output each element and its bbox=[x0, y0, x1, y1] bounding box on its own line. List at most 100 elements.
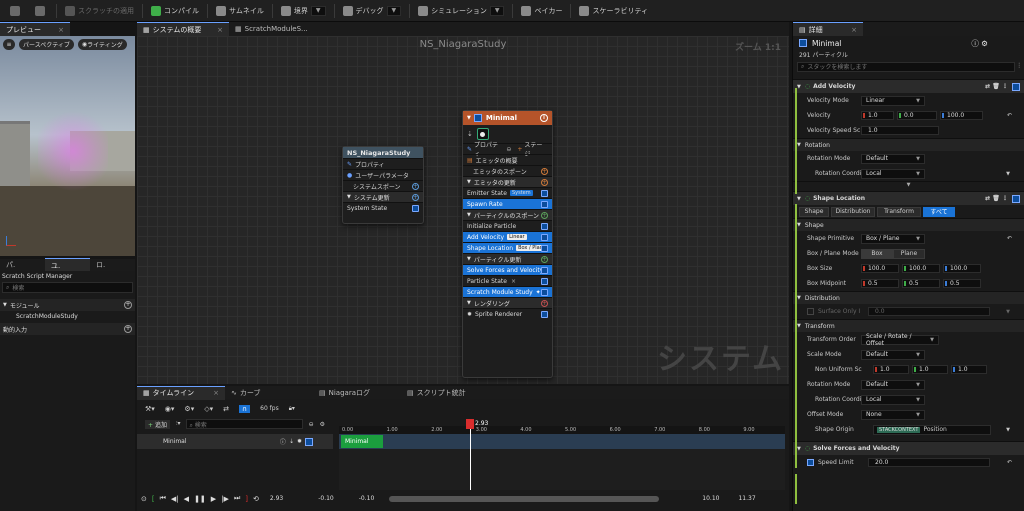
box-mid-y-field[interactable]: 0.5 bbox=[902, 279, 940, 288]
particle-spawn-row[interactable]: ▼ パーティクルのスポーン + bbox=[463, 209, 552, 220]
enabled-checkbox[interactable] bbox=[541, 278, 548, 285]
reset-icon[interactable]: ↶ bbox=[1007, 112, 1012, 119]
timeline-track-area[interactable] bbox=[339, 434, 785, 449]
info-icon[interactable]: ⓘ bbox=[280, 437, 286, 446]
velocity-mode-dropdown[interactable]: Linear ▼ bbox=[861, 95, 925, 106]
emitter-properties-row[interactable]: ✎ プロパティ ⊖ + ステージ bbox=[463, 142, 552, 158]
rotation-mode-dropdown[interactable]: Default ▼ bbox=[861, 153, 925, 164]
view-icon[interactable]: ◉▾ bbox=[165, 405, 175, 413]
info-icon[interactable]: ⓘ ⚙ bbox=[971, 38, 988, 49]
close-icon[interactable]: × bbox=[58, 26, 64, 34]
tab-distribution[interactable]: Distribution bbox=[831, 206, 875, 217]
enabled-checkbox[interactable] bbox=[412, 205, 419, 212]
magnet-icon[interactable]: ∩ bbox=[239, 404, 251, 413]
view-range-start[interactable]: -0.10 bbox=[359, 495, 375, 502]
rotation-subsection[interactable]: ▼ Rotation bbox=[793, 138, 1024, 151]
pause-icon[interactable]: ❚❚ bbox=[194, 495, 206, 503]
tab-system-overview[interactable]: ▦ システムの概要 × bbox=[137, 22, 229, 36]
speed-limit-checkbox[interactable] bbox=[807, 459, 814, 466]
snap-icon[interactable]: ⇄ bbox=[223, 405, 229, 413]
render-row[interactable]: ▼ レンダリング + bbox=[463, 297, 552, 308]
set-end-icon[interactable]: ] bbox=[245, 495, 248, 503]
box-mid-z-field[interactable]: 0.5 bbox=[943, 279, 981, 288]
key-icon[interactable]: ◇▾ bbox=[204, 405, 213, 413]
box-option[interactable]: Box bbox=[861, 248, 893, 259]
timeline-search-input[interactable]: ⌕ 検索 bbox=[186, 419, 303, 429]
system-overview-graph[interactable]: NS_NiagaraStudy ズーム 1:1 システム NS_NiagaraS… bbox=[137, 36, 789, 384]
tab-shape[interactable]: Shape bbox=[799, 206, 829, 217]
filter-icon[interactable]: ⫶ bbox=[1018, 62, 1020, 71]
scale-x-field[interactable]: 1.0 bbox=[873, 365, 909, 374]
system-node[interactable]: NS_NiagaraStudy ✎ プロパティ ● ユーザーパラメータ システムスポ… bbox=[342, 146, 424, 224]
shape-rotation-mode-dropdown[interactable]: Default ▼ bbox=[861, 379, 925, 390]
lighting-button[interactable]: ◉ ライティング bbox=[77, 39, 127, 50]
playhead-line[interactable] bbox=[470, 426, 471, 490]
tab-parameters[interactable]: パ. bbox=[0, 258, 45, 272]
chevron-down-icon[interactable]: ▼ bbox=[1006, 309, 1010, 315]
box-size-x-field[interactable]: 100.0 bbox=[861, 264, 899, 273]
browse-button[interactable] bbox=[29, 2, 54, 20]
collapse-arrow-icon[interactable]: ▼ bbox=[467, 115, 471, 121]
add-track-button[interactable]: + 追加 bbox=[145, 419, 170, 429]
info-icon[interactable]: i bbox=[540, 114, 548, 122]
tab-timeline[interactable]: ▦ タイムライン × bbox=[137, 385, 225, 400]
module-actions[interactable]: ⇄ 🗑︎ ⋮ bbox=[985, 82, 1020, 91]
to-start-icon[interactable]: ⏮ bbox=[160, 494, 166, 503]
tab-scratch-module[interactable]: ▦ ScratchModuleS... bbox=[229, 22, 321, 36]
system-properties-row[interactable]: ✎ プロパティ bbox=[343, 158, 423, 169]
shape-primitive-dropdown[interactable]: Box / Plane ▼ bbox=[861, 233, 925, 244]
compile-button[interactable]: コンパイル bbox=[145, 2, 205, 20]
add-icon[interactable]: + bbox=[541, 168, 548, 175]
user-params-row[interactable]: ● ユーザーパラメータ bbox=[343, 169, 423, 180]
chevron-down-icon[interactable]: ▼ bbox=[1006, 427, 1010, 433]
enabled-checkbox[interactable] bbox=[541, 223, 548, 230]
loop-icon[interactable]: ⟲ bbox=[253, 495, 259, 503]
tab-log[interactable]: ロ. bbox=[90, 258, 135, 272]
reset-icon[interactable]: ↶ bbox=[1007, 459, 1012, 466]
solve-forces-row[interactable]: Solve Forces and Velocity bbox=[463, 264, 552, 275]
simulation-button[interactable]: シミュレーション ▼ bbox=[412, 2, 510, 20]
shape-origin-field[interactable]: STACKCONTEXT Position bbox=[873, 424, 991, 435]
transform-order-dropdown[interactable]: Scale / Rotate / Offset ▼ bbox=[861, 333, 939, 347]
emitter-spawn-row[interactable]: エミッタのスポーン + bbox=[463, 165, 552, 176]
box-size-z-field[interactable]: 100.0 bbox=[943, 264, 981, 273]
box-size-y-field[interactable]: 100.0 bbox=[902, 264, 940, 273]
system-state-row[interactable]: System State bbox=[343, 202, 423, 213]
velocity-z-field[interactable]: 100.0 bbox=[940, 111, 983, 120]
lock-icon[interactable]: 🔒︎▾ bbox=[289, 405, 295, 413]
view-range-end[interactable]: 11.37 bbox=[738, 495, 755, 502]
emitter-timeline-bar[interactable]: Minimal bbox=[341, 435, 383, 448]
transform-subsection[interactable]: ▼ Transform bbox=[793, 319, 1024, 332]
tab-transform[interactable]: Transform bbox=[877, 206, 921, 217]
add-velocity-row[interactable]: Add Velocity Linear bbox=[463, 231, 552, 242]
preview-viewport[interactable]: ≡ パースペクティブ ◉ ライティング bbox=[0, 36, 135, 256]
play-icon[interactable]: ▶ bbox=[211, 495, 216, 503]
add-dynamic-input-button[interactable]: + bbox=[124, 325, 132, 333]
thumbnail-button[interactable]: サムネイル bbox=[210, 2, 270, 20]
settings-icon[interactable]: ⚙ bbox=[320, 421, 325, 428]
particle-state-row[interactable]: Particle State × bbox=[463, 275, 552, 286]
loop-icon[interactable]: ⊖ bbox=[309, 421, 314, 428]
add-icon[interactable]: + bbox=[412, 194, 419, 201]
offset-mode-dropdown[interactable]: None ▼ bbox=[861, 409, 925, 420]
enabled-checkbox[interactable] bbox=[541, 267, 548, 274]
enabled-checkbox[interactable] bbox=[541, 201, 548, 208]
particle-update-row[interactable]: ▼ パーティクル更新 + bbox=[463, 253, 552, 264]
shape-location-row[interactable]: Shape Location Box / Plane bbox=[463, 242, 552, 253]
add-icon[interactable]: + bbox=[541, 300, 548, 307]
bounds-button[interactable]: 境界 ▼ bbox=[275, 2, 332, 20]
scale-y-field[interactable]: 1.0 bbox=[912, 365, 948, 374]
solve-forces-section[interactable]: ▼ ◌ Solve Forces and Velocity bbox=[793, 441, 1024, 455]
shape-subsection[interactable]: ▼ Shape bbox=[793, 218, 1024, 231]
expand-more-row[interactable]: ▼ bbox=[793, 181, 1024, 191]
track-enabled-checkbox[interactable] bbox=[305, 437, 313, 446]
initialize-particle-row[interactable]: Initialize Particle bbox=[463, 220, 552, 231]
add-icon[interactable]: + bbox=[412, 183, 419, 190]
add-icon[interactable]: + bbox=[541, 179, 548, 186]
rotation-coord-dropdown[interactable]: Local ▼ bbox=[861, 168, 925, 179]
save-button[interactable] bbox=[4, 2, 29, 20]
tab-all[interactable]: すべて bbox=[923, 206, 955, 217]
step-forward-icon[interactable]: |▶ bbox=[221, 495, 229, 503]
scratch-search-input[interactable]: ⌕ 検索 bbox=[2, 282, 133, 293]
enabled-checkbox[interactable] bbox=[541, 311, 548, 318]
